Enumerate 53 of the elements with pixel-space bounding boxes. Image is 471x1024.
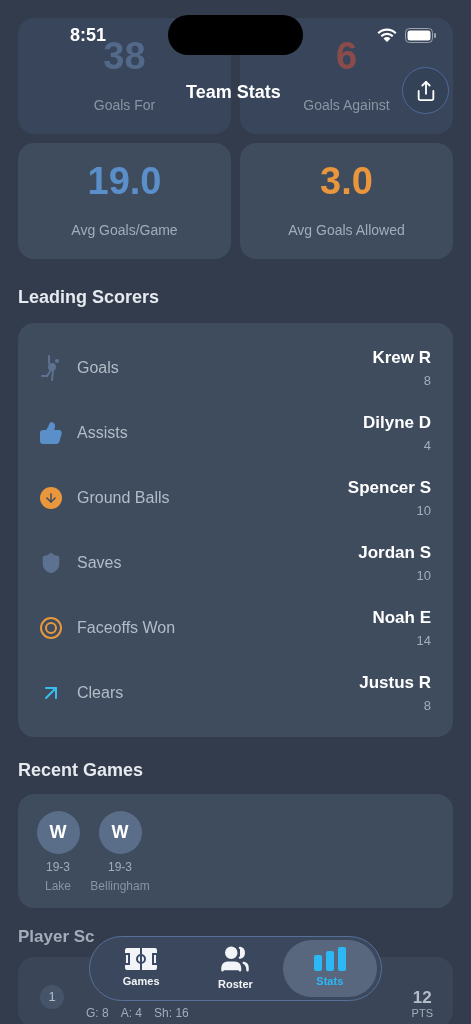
- tab-button[interactable]: Games: [94, 940, 189, 997]
- stat-value: 6: [335, 36, 358, 75]
- bar-chart-icon: [313, 947, 346, 972]
- rank-badge: 1: [40, 985, 64, 1009]
- result-badge: W: [36, 811, 80, 854]
- opponent-name: Bellingham: [90, 878, 150, 895]
- stat-label: Avg Goals Allowed: [288, 220, 405, 240]
- tab-button[interactable]: Roster: [188, 940, 283, 997]
- stat-label: Goals For: [93, 95, 156, 115]
- shield-icon: [40, 551, 62, 574]
- arrow-down-icon: [40, 486, 62, 509]
- player-name: Jordan S: [358, 542, 431, 564]
- status-time: 8:51: [70, 23, 107, 45]
- page-title: Team Stats: [186, 81, 281, 104]
- stat-text: A: 4: [120, 1007, 143, 1019]
- player-name: Dilyne D: [362, 412, 431, 434]
- category-label: Clears: [77, 682, 124, 703]
- section-title: Player Sc: [18, 928, 96, 945]
- section-title: Leading Scorers: [18, 286, 161, 309]
- stat-count: 14: [416, 631, 431, 650]
- stat-count: 8: [423, 371, 431, 390]
- result-badge: W: [98, 811, 142, 854]
- stat-count: 8: [423, 696, 431, 715]
- stat-text: Sh: 16: [154, 1007, 189, 1019]
- category-label: Saves: [77, 552, 122, 573]
- wifi-icon: [377, 28, 397, 42]
- stat-text: G: 8: [86, 1007, 109, 1019]
- player-name: Spencer S: [347, 477, 431, 499]
- game-score: 19-3: [46, 859, 70, 876]
- stat-value: 19.0: [87, 161, 162, 200]
- thumbs-up-icon: [39, 420, 63, 445]
- category-label: Ground Balls: [77, 487, 170, 508]
- player-name: Krew R: [372, 347, 431, 369]
- opponent-name: Lake: [45, 878, 71, 895]
- stat-count: 10: [416, 501, 431, 520]
- category-label: Faceoffs Won: [77, 617, 176, 638]
- player-name: Justus R: [359, 672, 431, 694]
- stat-value: 3.0: [320, 161, 373, 200]
- points-value: 12: [412, 989, 432, 1006]
- battery-icon: [405, 27, 437, 43]
- stat-label: Goals Against: [303, 95, 390, 115]
- stat-label: Avg Goals/Game: [71, 220, 178, 240]
- category-label: Goals: [77, 357, 119, 378]
- stat-count: 10: [416, 566, 431, 585]
- target-icon: [40, 616, 62, 639]
- player-name: Noah E: [372, 607, 431, 629]
- field-icon: [124, 947, 159, 972]
- player-icon: [40, 353, 62, 382]
- stat-count: 4: [423, 436, 431, 455]
- game-score: 19-3: [108, 859, 132, 876]
- points-label: PTS: [411, 1008, 433, 1019]
- section-title: Recent Games: [18, 759, 145, 782]
- category-label: Assists: [77, 422, 128, 443]
